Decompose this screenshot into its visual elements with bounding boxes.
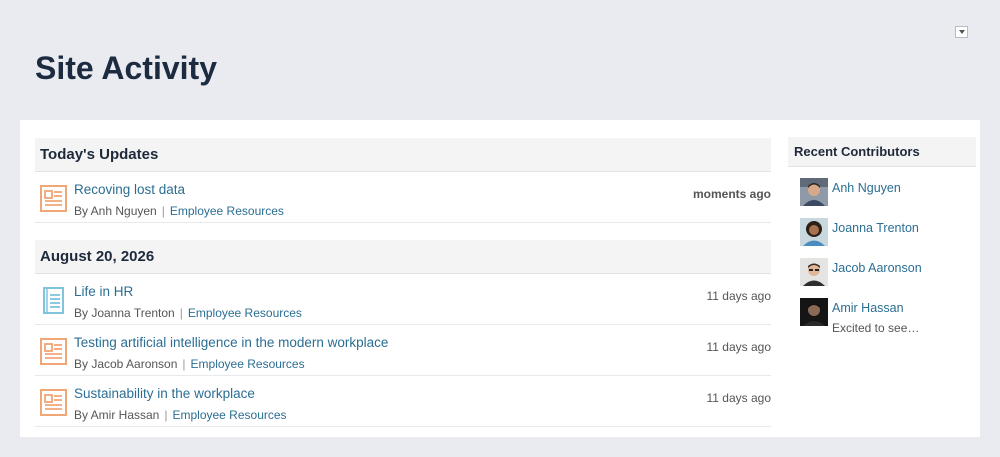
activity-row[interactable]: Testing artificial intelligence in the m… [35,325,771,376]
activity-row[interactable]: Life in HR By Joanna Trenton | Employee Re… [35,274,771,325]
avatar [800,218,828,246]
news-article-icon [40,389,67,416]
page-menu-dropdown-button[interactable] [955,26,968,38]
contributor-item[interactable]: Anh Nguyen [788,167,976,207]
page-title: Site Activity [35,50,217,86]
activity-row[interactable]: Sustainability in the workplace By Amir … [35,376,771,427]
meta-separator: | [179,306,183,320]
item-meta: By Amir Hassan | Employee Resources [74,408,287,422]
page-document-icon [43,287,64,314]
chevron-down-icon [958,30,965,34]
item-title-link[interactable]: Life in HR [74,284,133,299]
item-title-link[interactable]: Testing artificial intelligence in the m… [74,335,388,350]
contributor-item[interactable]: Jacob Aaronson [788,247,976,287]
avatar [800,258,828,286]
contributor-name-link[interactable]: Joanna Trenton [832,221,919,235]
news-article-icon [40,185,67,212]
news-article-icon [40,338,67,365]
item-time: 11 days ago [706,340,772,354]
activity-card: Today's Updates Recoving lost data By An… [20,120,980,437]
item-category-link[interactable]: Employee Resources [188,306,302,320]
item-author: By Amir Hassan [74,408,160,422]
meta-separator: | [164,408,168,422]
item-meta: By Jacob Aaronson | Employee Resources [74,357,305,371]
contributor-item[interactable]: Amir Hassan Excited to see… [788,287,976,335]
item-author: By Joanna Trenton [74,306,175,320]
contributor-status: Excited to see… [832,321,920,335]
avatar [800,298,828,326]
item-author: By Jacob Aaronson [74,357,178,371]
meta-separator: | [182,357,186,371]
sidebar-header: Recent Contributors [788,137,976,167]
item-title-link[interactable]: Recoving lost data [74,182,185,197]
item-category-link[interactable]: Employee Resources [191,357,305,371]
contributor-name-link[interactable]: Amir Hassan [832,301,904,315]
contributor-item[interactable]: Joanna Trenton [788,207,976,247]
item-time: 11 days ago [706,391,772,405]
avatar [800,178,828,206]
activity-row[interactable]: Recoving lost data By Anh Nguyen | Employe… [35,172,771,223]
item-category-link[interactable]: Employee Resources [172,408,286,422]
item-meta: By Anh Nguyen | Employee Resources [74,204,284,218]
recent-contributors-panel: Recent Contributors Anh Nguyen Joanna Tr… [788,137,976,335]
section-header-today: Today's Updates [35,138,771,172]
item-meta: By Joanna Trenton | Employee Resources [74,306,302,320]
item-category-link[interactable]: Employee Resources [170,204,284,218]
item-time: moments ago [692,187,771,201]
activity-feed: Today's Updates Recoving lost data By An… [35,138,771,427]
contributor-name-link[interactable]: Anh Nguyen [832,181,901,195]
item-title-link[interactable]: Sustainability in the workplace [74,386,255,401]
item-time: 11 days ago [706,289,772,303]
section-header-date: August 20, 2026 [35,240,771,274]
meta-separator: | [161,204,165,218]
contributor-name-link[interactable]: Jacob Aaronson [832,261,922,275]
item-author: By Anh Nguyen [74,204,157,218]
